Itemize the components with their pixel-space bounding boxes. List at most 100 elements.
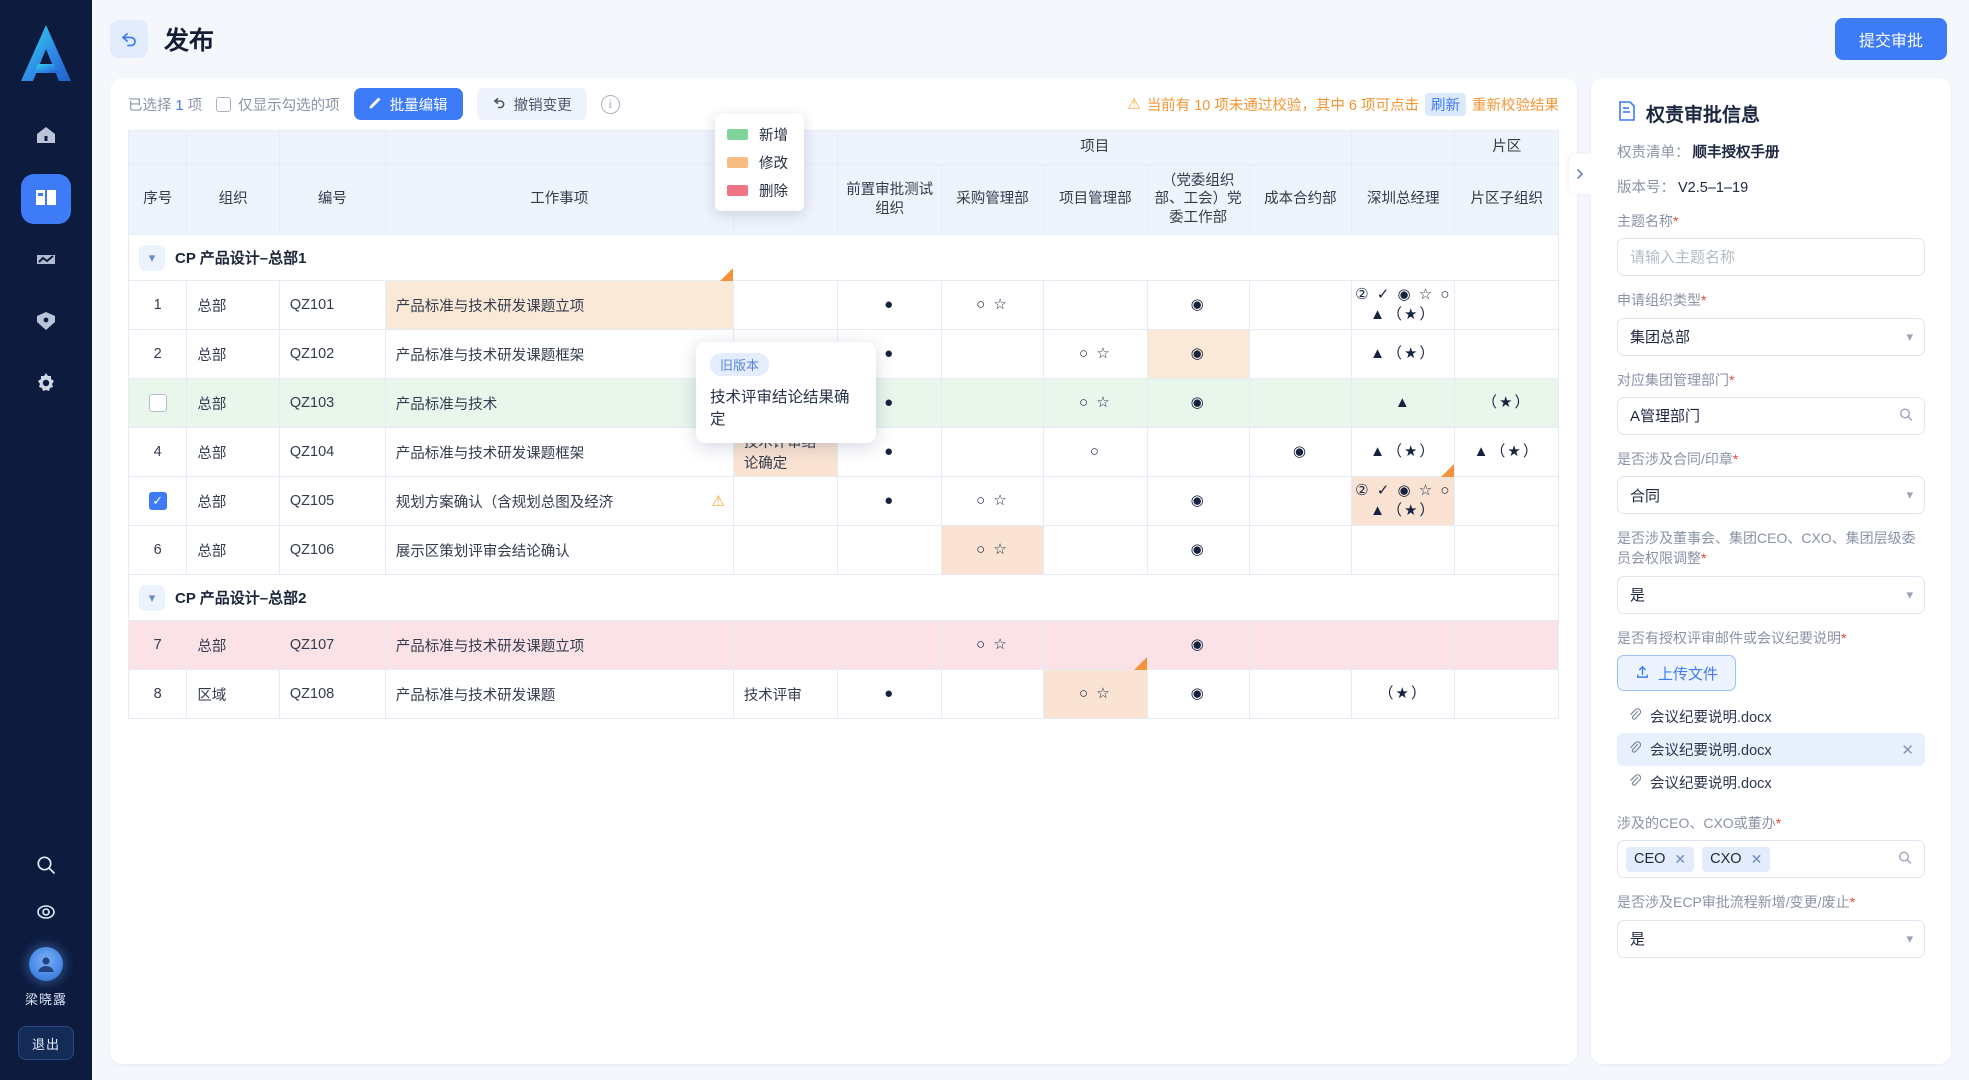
row-org[interactable]: 区域 [186, 669, 280, 719]
cell-purchase[interactable]: ○ ☆ [940, 525, 1045, 575]
row-seq-cell[interactable]: 7 [128, 620, 188, 670]
row-org[interactable]: 总部 [186, 329, 280, 379]
row-seq-cell[interactable]: 2 [128, 329, 188, 379]
row-seq-cell[interactable]: 1 [128, 280, 188, 330]
cell-region-sub[interactable] [1454, 620, 1559, 670]
table-row[interactable]: ✓ 总部 QZ105 规划方案确认（含规划总图及经济 ⚠ ● ○ ☆ ◉ ② ✓ ◉ ☆ ○ ▲（… [128, 476, 1559, 526]
row-org[interactable]: 总部 [186, 476, 280, 526]
cell-region-sub[interactable]: ▲（★） [1454, 427, 1559, 477]
cell-purchase[interactable]: ○ ☆ [940, 476, 1045, 526]
show-checked-checkbox[interactable] [216, 96, 232, 112]
cell-cost[interactable]: ◉ [1248, 427, 1353, 477]
cell-region-sub[interactable] [1454, 669, 1559, 719]
cell-party[interactable]: ◉ [1146, 476, 1250, 526]
row-code[interactable]: QZ103 [278, 378, 386, 428]
cell-project-mgmt[interactable] [1043, 525, 1148, 575]
row-task[interactable]: 产品标准与技术 [384, 378, 734, 428]
org-type-select[interactable]: 集团总部 [1617, 317, 1925, 356]
chevron-down-icon[interactable]: ▾ [139, 244, 165, 271]
row-code[interactable]: QZ107 [278, 620, 386, 670]
avatar[interactable] [29, 947, 63, 981]
list-item[interactable]: 会议纪要说明.docx [1617, 766, 1925, 799]
cell-sz-gm[interactable]: ▲（★） [1351, 329, 1456, 379]
cell-sz-gm[interactable]: ② ✓ ◉ ☆ ○ ▲（★） [1351, 280, 1456, 330]
row-node[interactable] [732, 476, 839, 526]
cell-cost[interactable] [1248, 620, 1353, 670]
chevron-down-icon[interactable]: ▾ [139, 584, 165, 611]
cell-party[interactable]: ◉ [1146, 620, 1250, 670]
cell-project-mgmt[interactable]: ○ ☆ [1043, 329, 1148, 379]
cell-region-sub[interactable] [1454, 525, 1559, 575]
row-seq-cell[interactable]: 4 [128, 427, 188, 477]
sidebar-item-security[interactable] [21, 298, 71, 348]
cell-pre-approval[interactable] [837, 620, 942, 670]
cell-purchase[interactable]: ○ ☆ [940, 620, 1045, 670]
list-item[interactable]: 会议纪要说明.docx ✕ [1617, 733, 1925, 767]
row-code[interactable]: QZ105 [278, 476, 386, 526]
row-code[interactable]: QZ101 [278, 280, 386, 330]
cell-region-sub[interactable] [1454, 280, 1559, 330]
cell-cost[interactable] [1248, 669, 1353, 719]
cell-purchase[interactable] [940, 427, 1045, 477]
ceo-cxo-tagbox[interactable]: CEO ✕ CXO ✕ [1617, 840, 1925, 879]
row-node[interactable] [732, 280, 839, 330]
row-task[interactable]: 规划方案确认（含规划总图及经济 ⚠ [384, 476, 734, 526]
show-checked-toggle[interactable]: 仅显示勾选的项 [216, 94, 340, 115]
revalidate-link[interactable]: 重新校验结果 [1472, 94, 1559, 115]
table-group-row[interactable]: ▾ CP 产品设计–总部1 [128, 234, 1559, 281]
row-node[interactable] [732, 525, 839, 575]
cell-pre-approval[interactable]: ● [837, 669, 942, 719]
cell-party[interactable]: ◉ [1146, 669, 1250, 719]
row-node[interactable] [732, 620, 839, 670]
cell-purchase[interactable] [940, 669, 1045, 719]
list-item[interactable]: 会议纪要说明.docx [1617, 700, 1925, 733]
cell-pre-approval[interactable]: ● [837, 476, 942, 526]
ecp-select[interactable]: 是 [1617, 919, 1925, 958]
row-code[interactable]: QZ104 [278, 427, 386, 477]
row-code[interactable]: QZ108 [278, 669, 386, 719]
table-row[interactable]: 8 区域 QZ108 产品标准与技术研发课题 技术评审 ● ○ ☆ ◉ （★） [128, 669, 1559, 719]
row-checkbox[interactable]: ✓ [148, 492, 167, 510]
row-code[interactable]: QZ106 [278, 525, 386, 575]
cell-project-mgmt[interactable] [1043, 620, 1148, 670]
close-icon[interactable]: ✕ [1674, 851, 1686, 868]
cell-project-mgmt[interactable]: ○ ☆ [1043, 378, 1148, 428]
cell-pre-approval[interactable]: ● [837, 280, 942, 330]
row-task[interactable]: 产品标准与技术研发课题 [384, 669, 734, 719]
row-seq-cell[interactable]: 8 [128, 669, 188, 719]
row-task[interactable]: 产品标准与技术研发课题立项 [384, 620, 734, 670]
row-org[interactable]: 总部 [186, 280, 280, 330]
row-org[interactable]: 总部 [186, 525, 280, 575]
cell-sz-gm[interactable] [1351, 620, 1456, 670]
sidebar-item-home[interactable] [21, 112, 71, 162]
cell-cost[interactable] [1248, 525, 1353, 575]
subject-input[interactable] [1617, 238, 1925, 277]
sidebar-item-manual[interactable] [21, 174, 71, 224]
submit-approval-button[interactable]: 提交审批 [1834, 18, 1947, 60]
group-dept-input[interactable]: A管理部门 [1617, 396, 1925, 435]
contract-seal-select[interactable]: 合同 [1617, 476, 1925, 515]
cell-party[interactable] [1146, 427, 1250, 477]
back-button[interactable] [110, 20, 148, 58]
search-icon[interactable] [34, 853, 58, 882]
cell-cost[interactable] [1248, 476, 1353, 526]
cell-cost[interactable] [1248, 329, 1353, 379]
logout-button[interactable]: 退出 [18, 1026, 74, 1060]
table-row[interactable]: 7 总部 QZ107 产品标准与技术研发课题立项 ○ ☆ ◉ [128, 620, 1559, 670]
cell-project-mgmt[interactable] [1043, 476, 1148, 526]
cell-sz-gm[interactable] [1351, 525, 1456, 575]
cell-party[interactable]: ◉ [1146, 329, 1250, 379]
cell-project-mgmt[interactable]: ○ [1043, 427, 1148, 477]
cell-project-mgmt[interactable]: ○ ☆ [1043, 669, 1148, 719]
row-node[interactable]: 技术评审 [732, 669, 839, 719]
board-adjust-select[interactable]: 是 [1617, 575, 1925, 614]
row-checkbox-cell[interactable] [128, 378, 188, 428]
table-row[interactable]: 6 总部 QZ106 展示区策划评审会结论确认 ○ ☆ ◉ [128, 525, 1559, 575]
sidebar-item-settings[interactable] [21, 360, 71, 410]
panel-collapse-toggle[interactable] [1569, 154, 1591, 194]
row-task[interactable]: 产品标准与技术研发课题框架 [384, 329, 734, 379]
cell-party[interactable]: ◉ [1146, 378, 1250, 428]
sidebar-item-analytics[interactable] [21, 236, 71, 286]
cell-sz-gm[interactable]: ▲（★） [1351, 427, 1456, 477]
info-icon[interactable]: i [600, 94, 620, 114]
